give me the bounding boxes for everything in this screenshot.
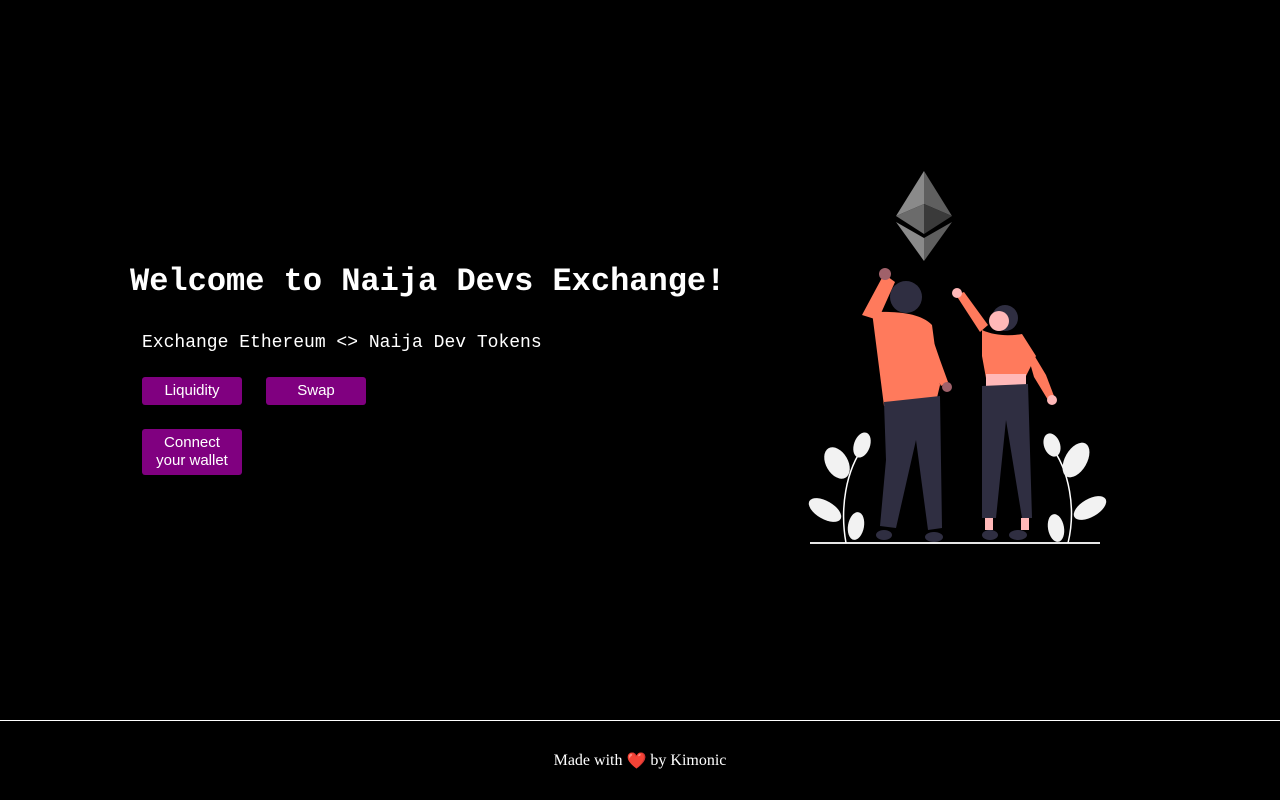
ethereum-icon: [896, 171, 952, 261]
liquidity-button[interactable]: Liquidity: [142, 377, 242, 405]
swap-button[interactable]: Swap: [266, 377, 366, 405]
footer-author: by Kimonic: [646, 751, 727, 769]
footer: Made with ❤️ by Kimonic: [0, 721, 1280, 800]
page-title: Welcome to Naija Devs Exchange!: [130, 263, 726, 300]
people-celebrating-illustration: [808, 171, 1107, 544]
connect-wallet-button[interactable]: Connect your wallet: [142, 429, 242, 475]
connect-wallet-label: Connect your wallet: [156, 434, 228, 470]
right-plant: [1043, 433, 1107, 544]
heart-icon: ❤️: [626, 752, 647, 770]
connect-wallet-label-line1: Connect: [164, 434, 220, 451]
left-plant: [808, 432, 871, 544]
woman-figure: [952, 288, 1057, 540]
man-figure: [862, 268, 952, 542]
page-subtitle: Exchange Ethereum <> Naija Dev Tokens: [142, 333, 542, 353]
main-section: Welcome to Naija Devs Exchange! Exchange…: [0, 0, 1280, 720]
connect-wallet-label-line2: your wallet: [156, 452, 228, 469]
footer-prefix: Made with: [553, 751, 627, 769]
